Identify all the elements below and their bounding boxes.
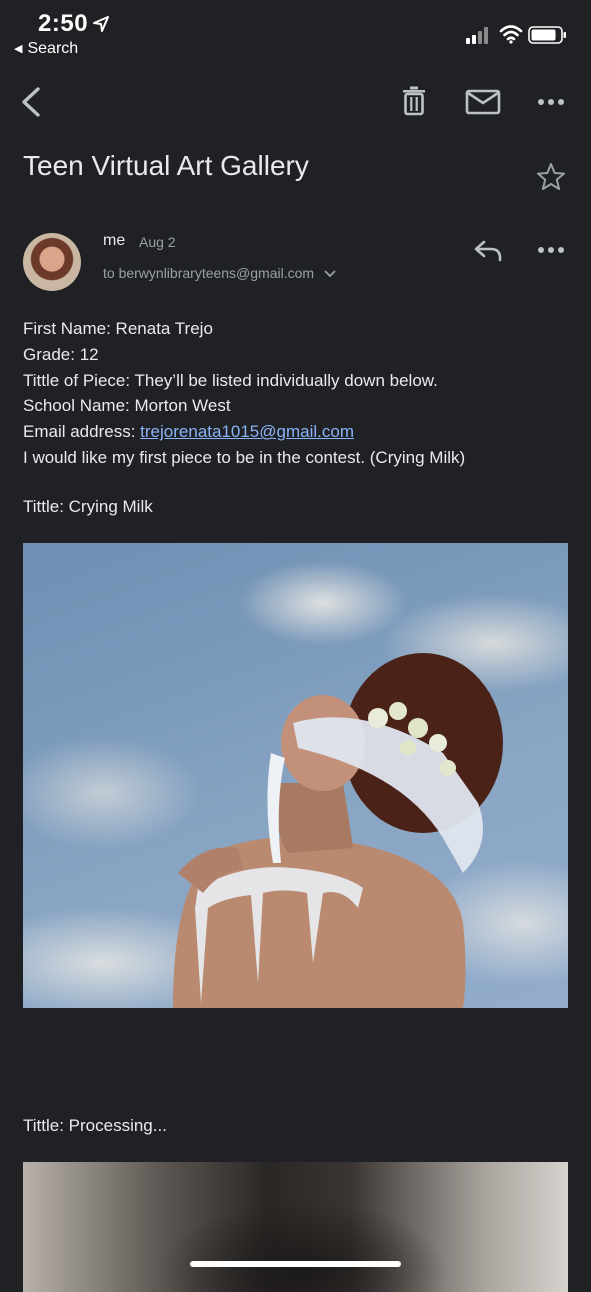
chevron-down-icon xyxy=(324,270,336,278)
artwork-image-crying-milk[interactable] xyxy=(23,543,568,1008)
back-triangle-icon: ◀ xyxy=(14,43,23,55)
sender-name: me xyxy=(103,232,126,249)
more-options-icon[interactable] xyxy=(537,96,565,108)
cellular-signal-icon xyxy=(466,27,488,44)
email-date: Aug 2 xyxy=(139,234,176,250)
artwork-illustration xyxy=(173,653,503,1008)
recipient-details-toggle[interactable]: to berwynlibraryteens@gmail.com xyxy=(103,265,336,281)
body-line: Grade: 12 xyxy=(23,344,99,364)
star-icon[interactable] xyxy=(535,161,567,193)
email-address-link[interactable]: trejorenata1015@gmail.com xyxy=(140,422,354,441)
message-more-options-icon[interactable] xyxy=(537,244,565,256)
email-address-line: Email address: trejorenata1015@gmail.com xyxy=(23,419,465,445)
recipient-text: to berwynlibraryteens@gmail.com xyxy=(103,265,315,281)
email-address-label: Email address: xyxy=(23,422,141,442)
wifi-icon xyxy=(499,25,523,44)
reply-icon[interactable] xyxy=(473,239,503,263)
body-line: Tittle of Piece: They’ll be listed indiv… xyxy=(23,370,438,390)
email-body: First Name: Renata Trejo Grade: 12 Tittl… xyxy=(23,316,465,471)
status-time: 2:50 xyxy=(38,10,89,37)
piece-title-processing: Tittle: Processing... xyxy=(23,1116,167,1135)
location-arrow-icon xyxy=(93,16,109,32)
piece-title-crying-milk: Tittle: Crying Milk xyxy=(23,497,153,516)
body-line: School Name: Morton West xyxy=(23,396,231,416)
email-subject: Teen Virtual Art Gallery xyxy=(23,150,309,181)
back-to-search-link[interactable]: ◀ Search xyxy=(14,40,78,58)
back-to-search-label: Search xyxy=(27,40,79,57)
body-line: First Name: Renata Trejo xyxy=(23,319,213,338)
artwork-image-processing[interactable] xyxy=(23,1162,568,1292)
sender-avatar[interactable] xyxy=(23,233,81,291)
trash-icon[interactable] xyxy=(400,85,428,117)
contest-line: I would like my first piece to be in the… xyxy=(23,447,466,467)
mail-icon[interactable] xyxy=(465,89,501,115)
home-indicator[interactable] xyxy=(190,1261,401,1267)
battery-icon xyxy=(528,26,566,44)
back-chevron-icon[interactable] xyxy=(18,85,46,119)
